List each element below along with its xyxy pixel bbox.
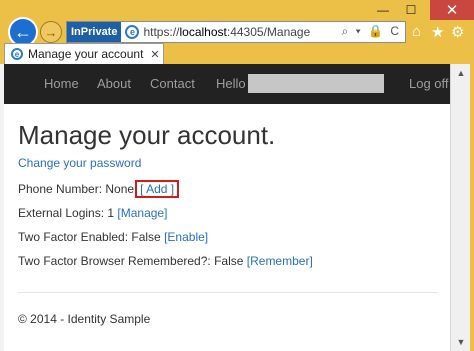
footer-text: © 2014 - Identity Sample [18, 312, 151, 326]
nav-contact-link[interactable]: Contact [150, 76, 195, 91]
arrow-right-icon: → [44, 24, 58, 40]
external-logins-row: External Logins: 1 [Manage] [18, 206, 167, 220]
star-icon[interactable]: ★ [431, 23, 444, 41]
arrow-left-icon: ← [14, 21, 32, 42]
maximize-button[interactable]: ☐ [398, 0, 424, 20]
two-factor-row: Two Factor Enabled: False [Enable] [18, 230, 208, 244]
address-bar-icons[interactable]: ⌕ ▾ 🔒 C [342, 24, 401, 39]
window-border [470, 64, 474, 351]
add-phone-highlight: [ Add ] [135, 180, 180, 198]
nav-logoff-link[interactable]: Log off [409, 76, 449, 91]
nav-hello-user[interactable]: Hello [216, 76, 246, 91]
scroll-up-icon[interactable]: ▲ [451, 64, 471, 82]
url-text[interactable]: https://localhost:44305/Manage [143, 25, 310, 39]
phone-number-label: Phone Number: None [18, 182, 135, 196]
scroll-down-icon[interactable]: ▼ [451, 333, 471, 351]
manage-logins-link[interactable]: [Manage] [117, 206, 167, 220]
tab-manage-account[interactable]: e Manage your account - Ide... ✕ [4, 43, 164, 64]
add-phone-link[interactable]: [ Add ] [140, 182, 174, 196]
site-navbar: Home About Contact Hello Log off [4, 64, 450, 104]
ie-tab-icon: e [11, 48, 23, 60]
two-factor-browser-label: Two Factor Browser Remembered?: False [18, 254, 244, 268]
home-icon[interactable]: ⌂ [412, 23, 421, 40]
tab-close-icon[interactable]: ✕ [147, 48, 163, 61]
address-bar[interactable]: InPrivate e https://localhost:44305/Mana… [66, 21, 406, 43]
redacted-username [248, 74, 384, 93]
page-title: Manage your account. [18, 120, 276, 150]
remember-browser-link[interactable]: [Remember] [247, 254, 313, 268]
phone-number-row: Phone Number: None [ Add ] [18, 180, 180, 198]
footer-divider [18, 292, 438, 293]
ie-page-icon: e [125, 25, 140, 39]
enable-two-factor-link[interactable]: [Enable] [164, 230, 208, 244]
tab-label: Manage your account - Ide... [28, 47, 147, 61]
vertical-scrollbar[interactable]: ▲ ▼ [450, 64, 470, 351]
nav-about-link[interactable]: About [97, 76, 131, 91]
nav-home-link[interactable]: Home [44, 76, 79, 91]
gear-icon[interactable]: ⚙ [451, 23, 464, 41]
page-viewport: Home About Contact Hello Log off Manage … [4, 64, 450, 351]
main-content: Manage your account. Change your passwor… [18, 120, 438, 326]
minimize-button[interactable]: — [370, 0, 396, 20]
two-factor-label: Two Factor Enabled: False [18, 230, 161, 244]
close-window-button[interactable]: ✕ [430, 0, 474, 20]
forward-button[interactable]: → [40, 21, 62, 43]
external-logins-label: External Logins: 1 [18, 206, 115, 220]
two-factor-browser-row: Two Factor Browser Remembered?: False [R… [18, 254, 313, 268]
inprivate-badge: InPrivate [67, 22, 122, 42]
change-password-link[interactable]: Change your password [18, 156, 141, 170]
